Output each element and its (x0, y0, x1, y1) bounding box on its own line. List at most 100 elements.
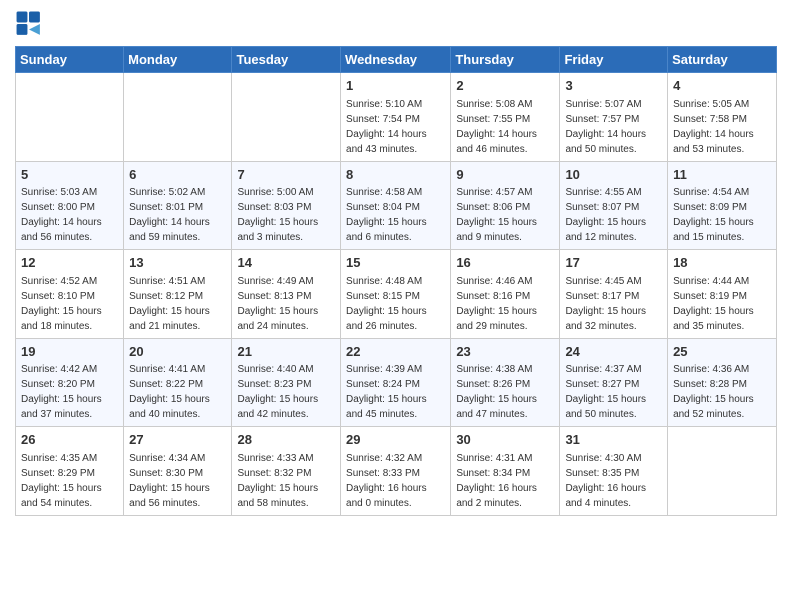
day-info: Sunrise: 4:52 AMSunset: 8:10 PMDaylight:… (21, 276, 102, 332)
day-cell-10: 8 Sunrise: 4:58 AMSunset: 8:04 PMDaylight… (341, 161, 451, 250)
day-number: 16 (456, 254, 554, 272)
day-number: 29 (346, 431, 445, 449)
day-cell-5: 3Sunrise: 5:07 AMSunset: 7:57 PMDaylight… (560, 73, 668, 162)
day-cell-11: 9 Sunrise: 4:57 AMSunset: 8:06 PMDaylight… (451, 161, 560, 250)
dow-header-tuesday: Tuesday (232, 47, 341, 73)
day-number: 8 (346, 166, 445, 184)
day-number: 10 (565, 166, 662, 184)
day-cell-29: 27 Sunrise: 4:34 AMSunset: 8:30 PMDayligh… (124, 427, 232, 516)
day-info: Sunrise: 4:36 AMSunset: 8:28 PMDaylight:… (673, 364, 754, 420)
day-info: Sunrise: 4:39 AMSunset: 8:24 PMDaylight:… (346, 364, 427, 420)
day-cell-0 (16, 73, 124, 162)
day-number: 18 (673, 254, 771, 272)
dow-header-friday: Friday (560, 47, 668, 73)
day-cell-14: 12 Sunrise: 4:52 AMSunset: 8:10 PMDayligh… (16, 250, 124, 339)
day-info: Sunrise: 4:54 AMSunset: 8:09 PMDaylight:… (673, 187, 754, 243)
day-cell-23: 21Sunrise: 4:40 AMSunset: 8:23 PMDayligh… (232, 338, 341, 427)
calendar-table: SundayMondayTuesdayWednesdayThursdayFrid… (15, 46, 777, 516)
day-number: 12 (21, 254, 118, 272)
day-cell-19: 17Sunrise: 4:45 AMSunset: 8:17 PMDayligh… (560, 250, 668, 339)
day-info: Sunrise: 4:34 AMSunset: 8:30 PMDaylight:… (129, 453, 210, 509)
day-number: 31 (565, 431, 662, 449)
day-number: 25 (673, 343, 771, 361)
week-row-4: 19Sunrise: 4:42 AMSunset: 8:20 PMDayligh… (16, 338, 777, 427)
day-number: 28 (237, 431, 335, 449)
day-cell-20: 18 Sunrise: 4:44 AMSunset: 8:19 PMDayligh… (668, 250, 777, 339)
day-number: 14 (237, 254, 335, 272)
logo-icon (15, 10, 43, 38)
day-cell-7: 5 Sunrise: 5:03 AMSunset: 8:00 PMDaylight… (16, 161, 124, 250)
day-cell-24: 22Sunrise: 4:39 AMSunset: 8:24 PMDayligh… (341, 338, 451, 427)
day-info: Sunrise: 5:02 AMSunset: 8:01 PMDaylight:… (129, 187, 210, 243)
day-info: Sunrise: 5:03 AMSunset: 8:00 PMDaylight:… (21, 187, 102, 243)
day-number: 27 (129, 431, 226, 449)
day-cell-31: 29 Sunrise: 4:32 AMSunset: 8:33 PMDayligh… (341, 427, 451, 516)
day-number: 15 (346, 254, 445, 272)
dow-header-monday: Monday (124, 47, 232, 73)
day-info: Sunrise: 5:07 AMSunset: 7:57 PMDaylight:… (565, 99, 646, 155)
day-cell-32: 30 Sunrise: 4:31 AMSunset: 8:34 PMDayligh… (451, 427, 560, 516)
day-info: Sunrise: 4:35 AMSunset: 8:29 PMDaylight:… (21, 453, 102, 509)
day-cell-28: 26 Sunrise: 4:35 AMSunset: 8:29 PMDayligh… (16, 427, 124, 516)
day-cell-9: 7 Sunrise: 5:00 AMSunset: 8:03 PMDaylight… (232, 161, 341, 250)
day-number: 19 (21, 343, 118, 361)
day-cell-21: 19Sunrise: 4:42 AMSunset: 8:20 PMDayligh… (16, 338, 124, 427)
page: SundayMondayTuesdayWednesdayThursdayFrid… (0, 0, 792, 612)
day-info: Sunrise: 4:30 AMSunset: 8:35 PMDaylight:… (565, 453, 646, 509)
day-cell-12: 10 Sunrise: 4:55 AMSunset: 8:07 PMDayligh… (560, 161, 668, 250)
day-cell-34 (668, 427, 777, 516)
day-number: 5 (21, 166, 118, 184)
dow-header-thursday: Thursday (451, 47, 560, 73)
day-info: Sunrise: 4:51 AMSunset: 8:12 PMDaylight:… (129, 276, 210, 332)
day-info: Sunrise: 4:49 AMSunset: 8:13 PMDaylight:… (237, 276, 318, 332)
day-number: 9 (456, 166, 554, 184)
day-number: 7 (237, 166, 335, 184)
day-cell-1 (124, 73, 232, 162)
day-number: 13 (129, 254, 226, 272)
day-info: Sunrise: 4:41 AMSunset: 8:22 PMDaylight:… (129, 364, 210, 420)
day-cell-22: 20 Sunrise: 4:41 AMSunset: 8:22 PMDayligh… (124, 338, 232, 427)
dow-header-wednesday: Wednesday (341, 47, 451, 73)
day-info: Sunrise: 5:08 AMSunset: 7:55 PMDaylight:… (456, 99, 537, 155)
day-info: Sunrise: 4:58 AMSunset: 8:04 PMDaylight:… (346, 187, 427, 243)
day-info: Sunrise: 4:55 AMSunset: 8:07 PMDaylight:… (565, 187, 646, 243)
header (15, 10, 777, 38)
day-number: 20 (129, 343, 226, 361)
day-info: Sunrise: 4:45 AMSunset: 8:17 PMDaylight:… (565, 276, 646, 332)
day-cell-2 (232, 73, 341, 162)
logo (15, 10, 47, 38)
day-number: 1 (346, 77, 445, 95)
day-info: Sunrise: 4:57 AMSunset: 8:06 PMDaylight:… (456, 187, 537, 243)
day-number: 30 (456, 431, 554, 449)
day-info: Sunrise: 4:33 AMSunset: 8:32 PMDaylight:… (237, 453, 318, 509)
dow-header-sunday: Sunday (16, 47, 124, 73)
day-info: Sunrise: 4:32 AMSunset: 8:33 PMDaylight:… (346, 453, 427, 509)
day-info: Sunrise: 4:38 AMSunset: 8:26 PMDaylight:… (456, 364, 537, 420)
day-info: Sunrise: 4:46 AMSunset: 8:16 PMDaylight:… (456, 276, 537, 332)
day-cell-8: 6Sunrise: 5:02 AMSunset: 8:01 PMDaylight… (124, 161, 232, 250)
day-of-week-row: SundayMondayTuesdayWednesdayThursdayFrid… (16, 47, 777, 73)
day-cell-27: 25 Sunrise: 4:36 AMSunset: 8:28 PMDayligh… (668, 338, 777, 427)
day-number: 23 (456, 343, 554, 361)
day-info: Sunrise: 4:40 AMSunset: 8:23 PMDaylight:… (237, 364, 318, 420)
week-row-1: 1Sunrise: 5:10 AMSunset: 7:54 PMDaylight… (16, 73, 777, 162)
day-info: Sunrise: 4:31 AMSunset: 8:34 PMDaylight:… (456, 453, 537, 509)
day-cell-33: 31 Sunrise: 4:30 AMSunset: 8:35 PMDayligh… (560, 427, 668, 516)
week-row-2: 5 Sunrise: 5:03 AMSunset: 8:00 PMDaylight… (16, 161, 777, 250)
day-number: 26 (21, 431, 118, 449)
day-cell-17: 15Sunrise: 4:48 AMSunset: 8:15 PMDayligh… (341, 250, 451, 339)
dow-header-saturday: Saturday (668, 47, 777, 73)
day-number: 2 (456, 77, 554, 95)
day-number: 24 (565, 343, 662, 361)
day-cell-15: 13 Sunrise: 4:51 AMSunset: 8:12 PMDayligh… (124, 250, 232, 339)
day-cell-26: 24 Sunrise: 4:37 AMSunset: 8:27 PMDayligh… (560, 338, 668, 427)
week-row-5: 26 Sunrise: 4:35 AMSunset: 8:29 PMDayligh… (16, 427, 777, 516)
day-number: 4 (673, 77, 771, 95)
day-cell-13: 11Sunrise: 4:54 AMSunset: 8:09 PMDayligh… (668, 161, 777, 250)
day-info: Sunrise: 5:00 AMSunset: 8:03 PMDaylight:… (237, 187, 318, 243)
day-cell-16: 14 Sunrise: 4:49 AMSunset: 8:13 PMDayligh… (232, 250, 341, 339)
day-info: Sunrise: 5:05 AMSunset: 7:58 PMDaylight:… (673, 99, 754, 155)
day-cell-25: 23 Sunrise: 4:38 AMSunset: 8:26 PMDayligh… (451, 338, 560, 427)
day-info: Sunrise: 4:37 AMSunset: 8:27 PMDaylight:… (565, 364, 646, 420)
day-info: Sunrise: 4:44 AMSunset: 8:19 PMDaylight:… (673, 276, 754, 332)
